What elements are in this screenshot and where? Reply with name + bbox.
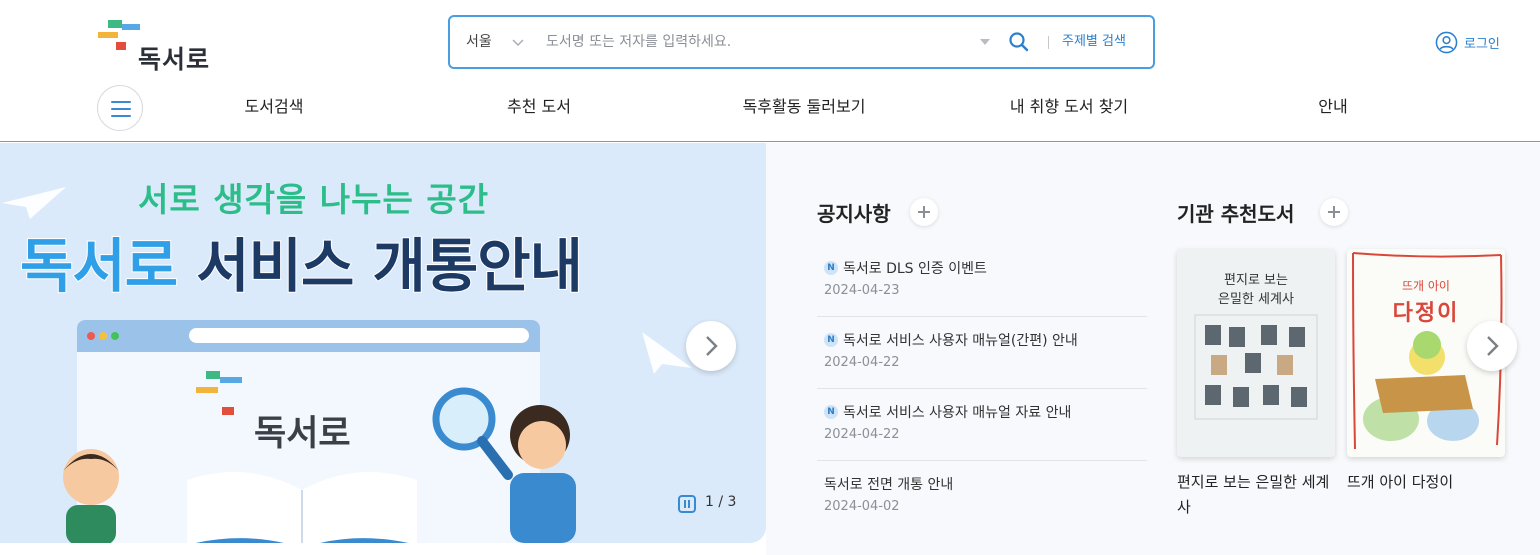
login-button[interactable]: 로그인	[1435, 30, 1500, 54]
new-badge: N	[824, 333, 838, 347]
search-input[interactable]	[546, 26, 966, 58]
hamburger-icon	[111, 108, 131, 110]
topic-search-link[interactable]: 주제별 검색	[1062, 17, 1126, 67]
book-cover[interactable]: 편지로 보는 은밀한 세계사	[1177, 249, 1335, 457]
book-cover-subtitle: 뜨개 아이	[1402, 279, 1450, 293]
window-min-dot	[99, 332, 107, 340]
banner-subtitle: 서로 생각을 나누는 공간	[138, 180, 490, 219]
book-caption[interactable]: 뜨개 아이 다정이	[1347, 470, 1507, 495]
search-dropdown-icon[interactable]	[980, 39, 990, 45]
book-cover-title: 편지로 보는 은밀한 세계사	[1218, 273, 1294, 307]
banner-brand-logo: 독서로	[254, 414, 351, 454]
notice-item[interactable]: N 독서로 서비스 사용자 매뉴얼(간편) 안내 2024-04-22	[817, 317, 1147, 389]
banner-next-button[interactable]	[686, 321, 736, 371]
portraits-grid-icon	[1194, 314, 1318, 420]
url-bar	[189, 328, 529, 343]
chevron-right-icon	[1487, 336, 1499, 356]
book-caption[interactable]: 편지로 보는 은밀한 세계사	[1177, 470, 1337, 520]
search-divider	[1048, 36, 1049, 49]
slide-counter: 1 / 3	[705, 494, 737, 510]
main-banner[interactable]: 서로 생각을 나누는 공간 독서로 서비스 개통안내 독서로 1 / 3	[0, 143, 766, 543]
browser-toolbar	[77, 320, 540, 352]
banner-title-brand: 독서로	[19, 231, 179, 301]
logo-text: 독서로	[138, 45, 211, 74]
recommend-section-title: 기관 추천도서	[1177, 202, 1295, 226]
boy-character-icon	[63, 449, 119, 543]
notice-date: 2024-04-02	[824, 499, 900, 514]
notice-item[interactable]: N 독서로 서비스 사용자 매뉴얼 자료 안내 2024-04-22	[817, 389, 1147, 461]
books-next-button[interactable]	[1467, 321, 1517, 371]
open-book-icon	[187, 472, 417, 543]
notice-title: 독서로 서비스 사용자 매뉴얼(간편) 안내	[843, 333, 1078, 349]
region-select[interactable]: 서울	[466, 17, 492, 67]
window-max-dot	[111, 332, 119, 340]
paper-plane-icon	[2, 187, 66, 219]
notice-item[interactable]: 독서로 전면 개통 안내 2024-04-02	[817, 461, 1147, 533]
notice-item[interactable]: N 독서로 DLS 인증 이벤트 2024-04-23	[817, 245, 1147, 317]
hamburger-icon	[111, 115, 131, 117]
menu-button[interactable]	[97, 85, 143, 131]
pause-button[interactable]	[678, 495, 696, 513]
search-icon[interactable]	[1008, 31, 1030, 53]
notice-title: 독서로 전면 개통 안내	[824, 477, 954, 493]
site-logo[interactable]: 독서로	[98, 16, 228, 74]
nav-item-info[interactable]: 안내	[1318, 84, 1347, 130]
recommend-more-button[interactable]	[1320, 198, 1348, 226]
girl-magnifier-icon	[432, 387, 576, 543]
user-icon	[1435, 31, 1458, 53]
notice-title: 독서로 서비스 사용자 매뉴얼 자료 안내	[843, 405, 1072, 421]
nav-item-reading-activities[interactable]: 독후활동 둘러보기	[743, 84, 866, 130]
banner-title: 독서로 서비스 개통안내	[19, 219, 584, 303]
logo-flags-icon	[196, 371, 242, 415]
chevron-right-icon	[706, 336, 718, 356]
new-badge: N	[824, 405, 838, 419]
notice-more-button[interactable]	[910, 198, 938, 226]
banner-title-rest: 서비스 개통안내	[177, 231, 584, 301]
notice-title: 독서로 DLS 인증 이벤트	[843, 261, 987, 277]
notice-date: 2024-04-23	[824, 283, 900, 298]
nav-item-taste-books[interactable]: 내 취향 도서 찾기	[1010, 84, 1128, 130]
nav-item-recommended[interactable]: 추천 도서	[507, 84, 571, 130]
notice-list: N 독서로 DLS 인증 이벤트 2024-04-23 N 독서로 서비스 사용…	[817, 245, 1147, 533]
window-close-dot	[87, 332, 95, 340]
hamburger-icon	[111, 101, 131, 103]
nav-item-book-search[interactable]: 도서검색	[245, 84, 304, 130]
search-box: 서울 주제별 검색	[448, 15, 1155, 69]
header: 독서로 서울 주제별 검색 로그인	[0, 0, 1540, 84]
notice-section-title: 공지사항	[817, 202, 891, 226]
notice-date: 2024-04-22	[824, 355, 900, 370]
login-label: 로그인	[1464, 36, 1500, 52]
notice-date: 2024-04-22	[824, 427, 900, 442]
main-nav: 도서검색 추천 도서 독후활동 둘러보기 내 취향 도서 찾기 안내	[0, 84, 1540, 142]
chevron-down-icon[interactable]	[512, 36, 524, 48]
new-badge: N	[824, 261, 838, 275]
